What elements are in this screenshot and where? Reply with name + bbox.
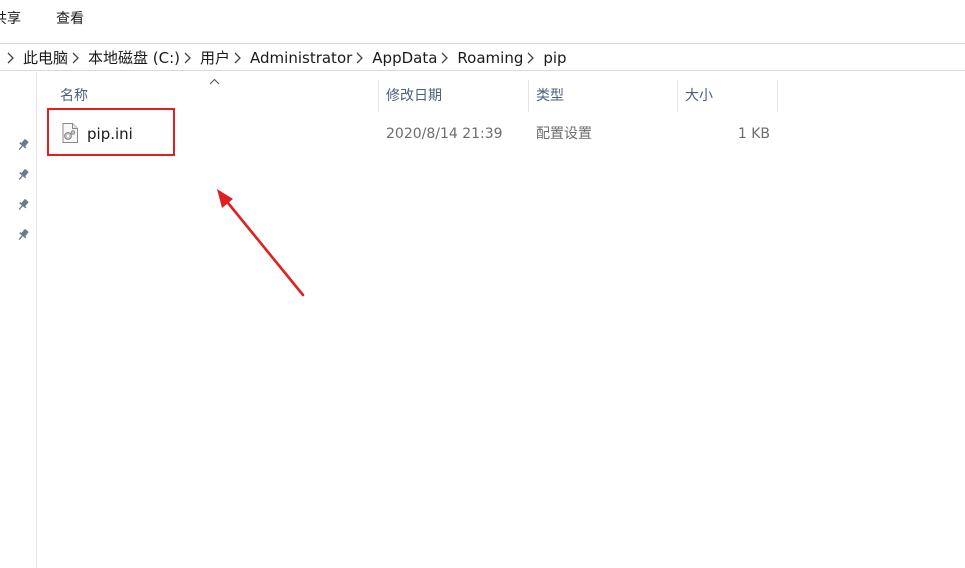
pin-icon[interactable]: [16, 228, 30, 242]
column-divider[interactable]: [378, 80, 379, 112]
column-divider[interactable]: [777, 80, 778, 112]
ribbon-tab-bar: 共享 查看: [0, 0, 965, 38]
address-bar[interactable]: 此电脑 本地磁盘 (C:) 用户 Administrator AppData R…: [0, 43, 965, 71]
chevron-right-icon[interactable]: [527, 52, 535, 64]
file-name[interactable]: pip.ini: [87, 124, 133, 144]
breadcrumb-users[interactable]: 用户: [199, 48, 231, 68]
pin-icon[interactable]: [16, 198, 30, 212]
breadcrumb: 此电脑 本地磁盘 (C:) 用户 Administrator AppData R…: [4, 48, 568, 68]
column-header-date-modified[interactable]: 修改日期: [386, 80, 526, 112]
pin-icon[interactable]: [16, 168, 30, 182]
tab-share[interactable]: 共享: [0, 10, 21, 28]
pin-icon[interactable]: [16, 138, 30, 152]
chevron-right-icon[interactable]: [184, 52, 191, 64]
column-divider[interactable]: [528, 80, 529, 112]
file-type: 配置设置: [536, 126, 592, 142]
breadcrumb-administrator[interactable]: Administrator: [249, 48, 353, 68]
file-size: 1 KB: [737, 126, 770, 142]
tab-view[interactable]: 查看: [56, 10, 84, 28]
chevron-right-icon[interactable]: [441, 52, 449, 64]
file-date-modified: 2020/8/14 21:39: [386, 126, 503, 142]
column-header-name[interactable]: 名称: [60, 80, 378, 112]
breadcrumb-roaming[interactable]: Roaming: [456, 48, 524, 68]
breadcrumb-appdata[interactable]: AppData: [371, 48, 438, 68]
file-row[interactable]: pip.ini 2020/8/14 21:39 配置设置 1 KB: [48, 118, 778, 150]
chevron-right-icon[interactable]: [72, 52, 79, 64]
chevron-right-icon[interactable]: [356, 52, 364, 64]
chevron-right-icon[interactable]: [7, 52, 14, 64]
breadcrumb-this-pc[interactable]: 此电脑: [22, 48, 69, 68]
navigation-pane[interactable]: [0, 72, 37, 568]
chevron-right-icon[interactable]: [234, 52, 241, 64]
breadcrumb-local-disk[interactable]: 本地磁盘 (C:): [87, 48, 181, 68]
breadcrumb-pip[interactable]: pip: [542, 48, 567, 68]
settings-file-icon: [62, 123, 78, 143]
column-header-size[interactable]: 大小: [685, 80, 775, 112]
column-divider[interactable]: [677, 80, 678, 112]
column-header-type[interactable]: 类型: [536, 80, 676, 112]
